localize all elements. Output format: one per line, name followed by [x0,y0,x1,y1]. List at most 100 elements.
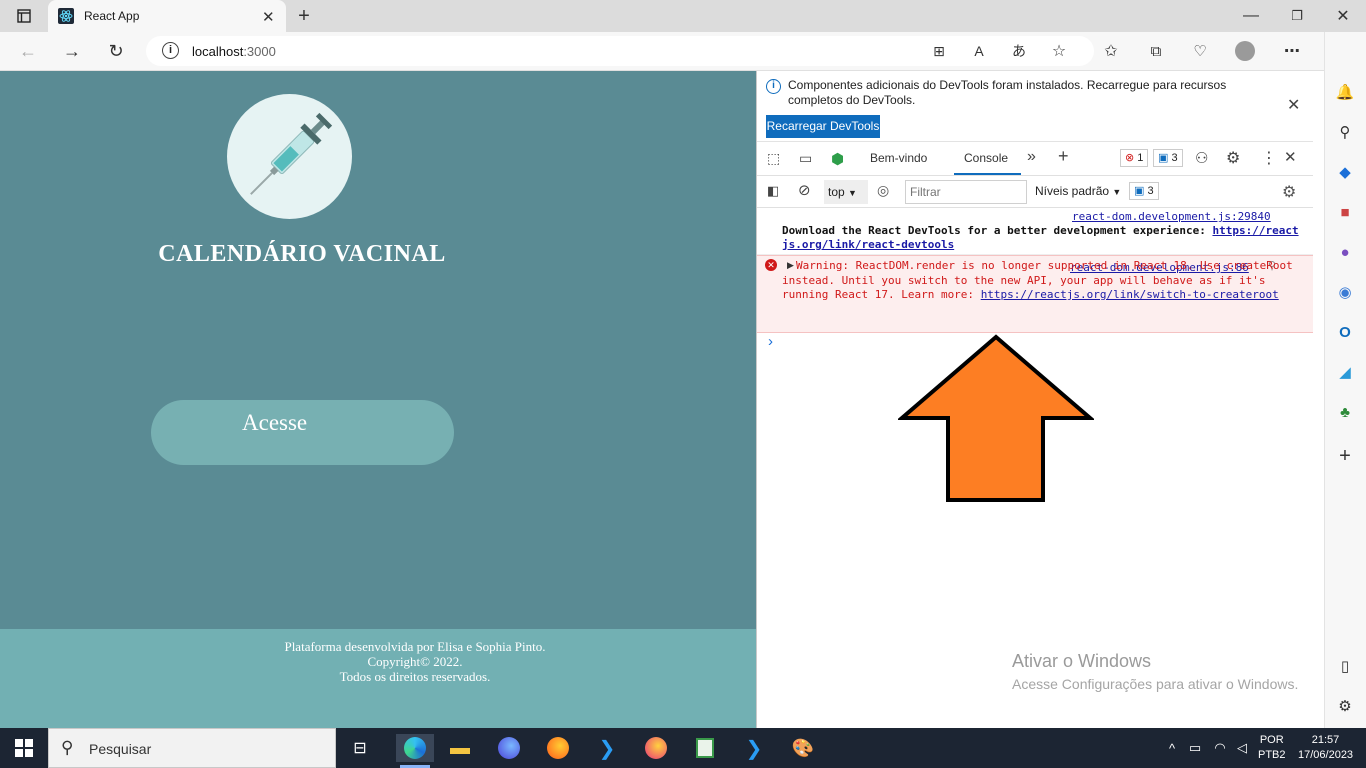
error-message: Warning: ReactDOM.render is no longer su… [782,259,1293,301]
close-window-icon[interactable]: ✕ [1332,5,1354,27]
add-tab-icon[interactable]: + [1058,146,1069,167]
translate-icon[interactable]: あ [1008,40,1030,62]
forward-icon[interactable]: → [61,40,83,62]
error-createroot-link[interactable]: https://reactjs.org/link/switch-to-creat… [981,288,1279,301]
message-count-badge[interactable]: ▣ 3 [1153,149,1183,167]
more-tabs-icon[interactable]: » [1027,148,1036,166]
page-title: CALENDÁRIO VACINAL [158,241,446,267]
microsoft365-icon[interactable]: ◉ [1331,278,1359,306]
tab-console[interactable]: Console [964,151,1008,165]
console-toolbar: ◧ ⊘ top ▼ ◎ Níveis padrão ▼ ▣ 3 ⚙ [757,176,1313,208]
profile-avatar[interactable] [1234,40,1256,62]
devtools-panel: i Componentes adicionais do DevTools for… [756,71,1313,728]
footer-rights: Todos os direitos reservados. [339,669,491,684]
shopping-icon[interactable]: ◆ [1331,158,1359,186]
info-icon: i [766,79,781,94]
volume-icon[interactable]: ◁ [1228,734,1256,762]
taskbar-search[interactable]: ⚲ Pesquisar [48,728,336,768]
vscode-2-icon[interactable]: ❯ [740,734,768,762]
context-select[interactable]: top ▼ [824,180,868,204]
sidebar-settings-icon[interactable]: ⚙ [1331,692,1359,720]
start-windows-icon[interactable] [10,734,38,762]
tab-welcome[interactable]: Bem-vindo [870,151,927,165]
back-icon[interactable]: ← [17,40,39,62]
firefox-dev-icon[interactable] [495,734,523,762]
site-info-icon[interactable]: i [162,42,179,59]
syringe-logo [227,94,352,219]
games-icon[interactable]: ● [1331,238,1359,266]
hexagon-icon[interactable]: ⬢ [831,150,844,168]
notepad-icon[interactable] [691,734,719,762]
battery-icon[interactable]: ▭ [1181,734,1209,762]
more-options-icon[interactable]: ⋯ [1281,40,1303,62]
devtools-info-message: Componentes adicionais do DevTools foram… [788,78,1227,107]
footer-credits: Plataforma desenvolvida por Elisa e Soph… [284,639,546,654]
notifications-icon[interactable]: 🔔 [1331,78,1359,106]
file-explorer-icon[interactable]: ▬ [446,734,474,762]
system-clock[interactable]: 21:57 17/06/2023 [1298,733,1353,763]
devtools-more-icon[interactable]: ⋮ [1261,148,1277,168]
favorite-star-icon[interactable]: ☆ [1048,40,1070,62]
firefox-icon[interactable] [544,734,572,762]
console-tab-underline [954,173,1021,175]
syringe-icon [250,112,333,195]
close-info-icon[interactable]: ✕ [1287,95,1300,115]
console-settings-icon[interactable]: ⚙ [1282,182,1296,202]
windows-activation-watermark: Ativar o Windows Acesse Configurações pa… [1012,651,1298,692]
send-icon[interactable]: ◢ [1331,358,1359,386]
levels-count-badge[interactable]: ▣ 3 [1129,182,1159,200]
edge-taskbar-icon[interactable] [396,734,434,762]
filter-input[interactable] [910,182,1020,202]
tree-icon[interactable]: ♣ [1331,398,1359,426]
levels-dropdown[interactable]: Níveis padrão ▼ [1035,184,1121,198]
console-prompt-icon[interactable]: › [768,333,773,350]
performance-icon[interactable]: ♡ [1189,40,1211,62]
console-log-entry: react-dom.development.js:29840 Download … [757,208,1313,255]
address-bar[interactable]: i localhost:3000 ⊞ A あ ☆ [146,36,1094,66]
feedback-icon[interactable]: ⚇ [1195,149,1208,167]
tab-react-app[interactable]: React App ✕ [48,0,286,32]
add-sidebar-icon[interactable]: + [1331,442,1359,470]
paint-icon[interactable]: 🎨 [789,734,817,762]
reload-devtools-button[interactable]: Recarregar DevTools [766,115,880,138]
tab-actions-icon[interactable] [13,5,35,27]
firefox-nightly-icon[interactable] [642,734,670,762]
devtools-settings-icon[interactable]: ⚙ [1226,148,1240,168]
close-devtools-icon[interactable]: ✕ [1284,148,1297,166]
filter-input-box[interactable] [905,180,1027,204]
message-icon: ▣ [1134,185,1145,197]
favorites-icon[interactable]: ✩ [1100,40,1122,62]
clear-console-icon[interactable]: ⊘ [798,181,811,199]
footer-copyright: Copyright© 2022. [367,654,463,669]
minimize-icon[interactable]: — [1240,5,1262,27]
restore-icon[interactable]: ❐ [1286,5,1308,27]
inspect-icon[interactable]: ⬚ [767,150,780,167]
log-source-link[interactable]: react-dom.development.js:29840 [1072,210,1271,223]
devtools-tab-bar: ⬚ ▭ ⬢ Bem-vindo Console » + ⊗ 1 ▣ 3 ⚇ ⚙ … [757,142,1313,176]
watermark-subtitle: Acesse Configurações para ativar o Windo… [1012,676,1299,692]
levels-arrow-icon: ▼ [1112,187,1122,197]
close-tab-icon[interactable]: ✕ [262,8,275,26]
sidebar-toggle-icon[interactable]: ▯ [1331,652,1359,680]
message-icon: ▣ [1158,152,1169,164]
refresh-icon[interactable]: ↻ [105,40,127,62]
live-expression-icon[interactable]: ◎ [877,182,889,199]
device-emulation-icon[interactable]: ▭ [799,150,812,167]
outlook-icon[interactable]: O [1331,318,1359,346]
language-indicator[interactable]: POR PTB2 [1258,733,1286,763]
access-button[interactable]: Acesse [151,400,454,465]
react-app-page: CALENDÁRIO VACINAL Acesse Plataforma des… [0,71,756,728]
new-tab-icon[interactable]: + [293,5,315,27]
app-available-icon[interactable]: ⊞ [928,40,950,62]
page-footer: Plataforma desenvolvida por Elisa e Soph… [0,629,756,728]
orange-arrow-annotation [898,334,1094,502]
read-aloud-icon[interactable]: A [968,40,990,62]
tools-icon[interactable]: ■ [1331,198,1359,226]
vscode-icon[interactable]: ❯ [593,734,621,762]
error-count-badge[interactable]: ⊗ 1 [1120,149,1149,167]
url-text[interactable]: localhost:3000 [192,44,276,59]
sidebar-toggle-icon[interactable]: ◧ [767,183,779,199]
search-icon[interactable]: ⚲ [1331,118,1359,146]
task-view-icon[interactable]: ⊟ [346,734,374,762]
collections-icon[interactable]: ⧉ [1145,40,1167,62]
